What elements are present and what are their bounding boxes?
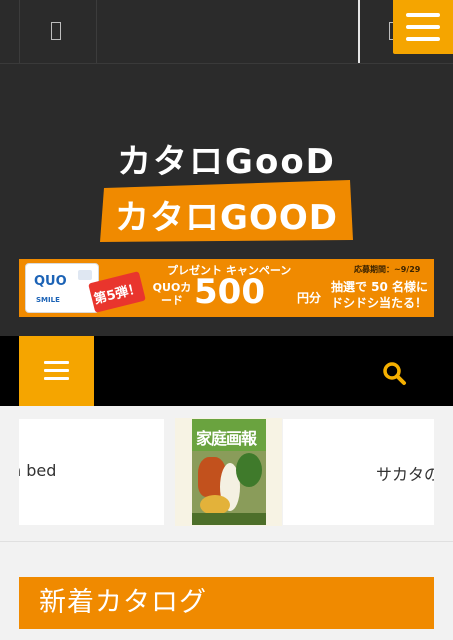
carousel-item-center[interactable]: 家庭画報: [175, 418, 282, 526]
hamburger-bar: [406, 25, 440, 29]
quo-card-image: QUO SMILE: [25, 263, 99, 313]
search-icon: [383, 362, 406, 385]
prize-amount: 500: [194, 272, 265, 312]
lottery-line-2: ドシドシ当たる！: [331, 296, 428, 310]
carousel-item-right[interactable]: サカタの: [283, 419, 434, 525]
catalog-cover-image: 家庭画報: [192, 419, 266, 525]
lottery-text: 抽選で 50 名様に ドシドシ当たる！: [331, 279, 428, 311]
card-brand: QUO: [34, 274, 67, 289]
card-label: QUOカード: [152, 281, 192, 307]
lottery-line-1: 抽選で 50 名様に: [331, 280, 429, 294]
cover-footer: [192, 513, 266, 525]
hamburger-bar: [44, 377, 69, 380]
section-divider: [0, 541, 453, 542]
top-bar-divider: [358, 0, 360, 63]
content-area: n bed 家庭画報 サカタの 新着カタログ: [0, 406, 453, 640]
card-chip: [78, 270, 92, 280]
site-logo[interactable]: カタロGOOD: [100, 180, 353, 242]
hamburger-icon: [44, 361, 69, 364]
carousel-item-text: n bed: [19, 461, 57, 480]
nav-menu-button[interactable]: [19, 336, 94, 406]
hamburger-icon: [406, 13, 440, 17]
search-button[interactable]: [379, 358, 409, 388]
top-bar: [0, 0, 453, 64]
missing-glyph-icon: [51, 22, 61, 40]
campaign-banner[interactable]: QUO SMILE 第5弾！ プレゼント キャンペーン 応募期間：~9/29 Q…: [19, 259, 434, 317]
yen-unit: 円分: [297, 291, 322, 305]
new-catalog-heading: 新着カタログ: [19, 577, 434, 629]
cover-illustration: [236, 453, 262, 487]
cover-title: 家庭画報: [196, 429, 257, 448]
hamburger-bar: [44, 369, 69, 372]
hamburger-bar: [406, 37, 440, 41]
carousel-item-left[interactable]: n bed: [19, 419, 164, 525]
carousel-item-text: サカタの: [376, 465, 434, 484]
logo-text: カタロGOOD: [115, 197, 338, 238]
top-menu-button[interactable]: [393, 0, 453, 54]
campaign-period: 応募期間：~9/29: [354, 265, 421, 274]
card-sub: SMILE: [36, 296, 60, 304]
cover-masthead: 家庭画報: [192, 419, 266, 451]
site-title[interactable]: カタロGooD: [0, 134, 453, 183]
cover-illustration: [200, 495, 230, 515]
